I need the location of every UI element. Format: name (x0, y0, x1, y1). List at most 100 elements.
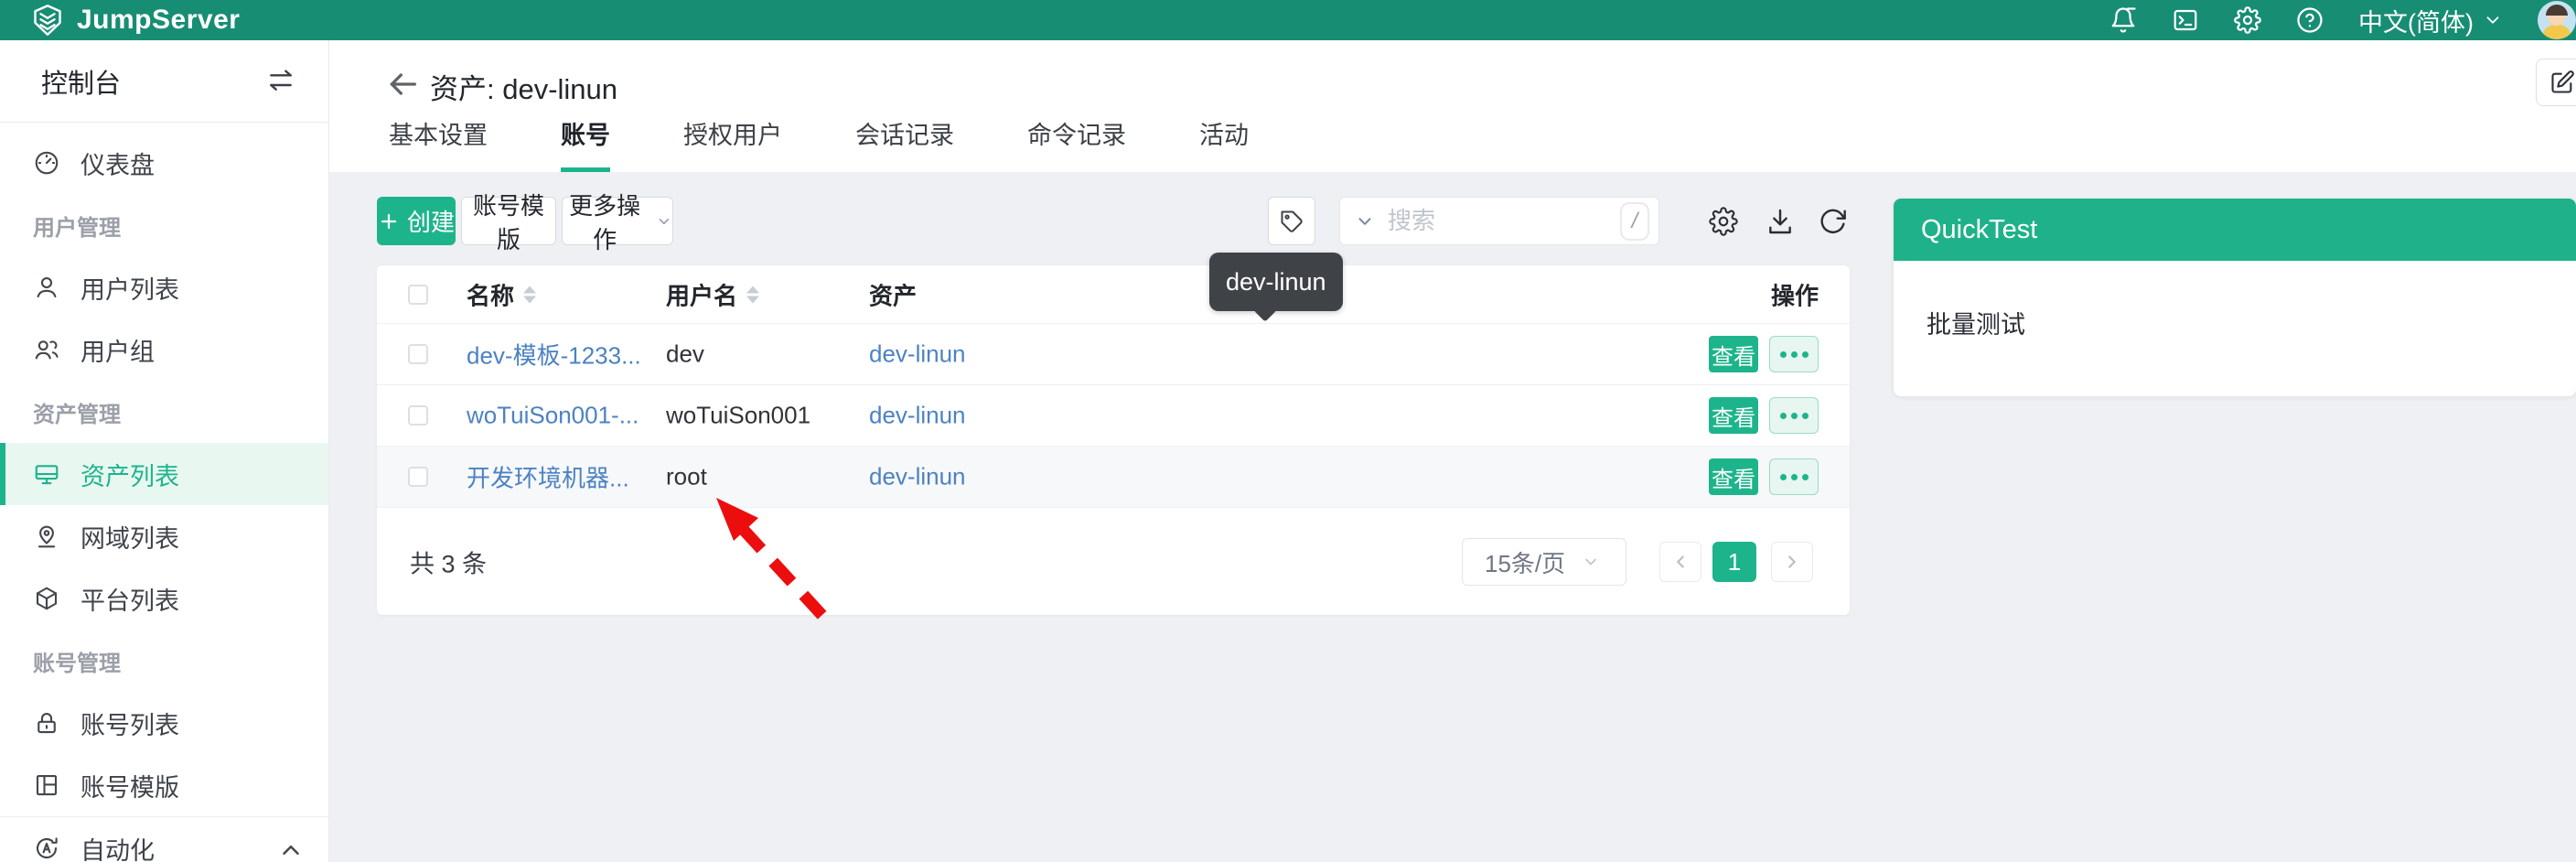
batch-test-label: 批量测试 (1927, 305, 2025, 340)
tab-accounts[interactable]: 账号 (561, 115, 610, 172)
tag-filter-button[interactable] (1268, 197, 1315, 245)
web-terminal-icon[interactable] (2172, 6, 2199, 34)
sidebar-header: 控制台 (0, 40, 328, 123)
refresh-icon[interactable] (1819, 207, 1848, 236)
page-number-button[interactable]: 1 (1712, 542, 1756, 582)
prev-page-button[interactable] (1659, 542, 1701, 582)
sidebar-item-user-groups[interactable]: 用户组 (0, 318, 328, 381)
template-icon (33, 771, 60, 799)
tab-session-records[interactable]: 会话记录 (855, 115, 954, 172)
edit-button[interactable] (2536, 59, 2576, 106)
account-name-link[interactable]: 开发环境机器... (467, 460, 629, 494)
view-button[interactable]: 查看 (1709, 397, 1758, 434)
gear-icon[interactable] (2234, 6, 2261, 34)
sort-icon[interactable] (523, 286, 536, 303)
sidebar-item-label: 仪表盘 (80, 145, 155, 181)
chevron-down-icon (656, 212, 672, 231)
page-title: 资产: dev-linun (430, 66, 617, 107)
accounts-table: 名称 用户名 资产 操作 dev-模板-1233... dev dev-linu… (377, 265, 1850, 615)
row-more-actions-button[interactable] (1769, 458, 1819, 495)
row-checkbox[interactable] (408, 467, 428, 487)
sidebar-item-dashboard[interactable]: 仪表盘 (0, 132, 328, 194)
brand-logo[interactable]: JumpServer (31, 2, 240, 38)
view-switch-icon[interactable] (266, 67, 295, 96)
sidebar-item-label: 资产列表 (80, 457, 179, 492)
sidebar-item-domain-list[interactable]: 网域列表 (0, 505, 328, 567)
page-size-select[interactable]: 15条/页 (1462, 538, 1626, 586)
row-more-actions-button[interactable] (1769, 397, 1819, 434)
avatar[interactable] (2538, 1, 2576, 39)
language-selector[interactable]: 中文(简体) (2358, 3, 2503, 38)
sidebar-item-label: 用户组 (80, 332, 155, 368)
sidebar-item-platform-list[interactable]: 平台列表 (0, 567, 328, 630)
asset-link[interactable]: dev-linun (869, 340, 966, 369)
sidebar-item-label: 用户列表 (80, 270, 179, 306)
sidebar-item-asset-list[interactable]: 资产列表 (0, 443, 328, 505)
create-button[interactable]: 创建 (377, 197, 456, 245)
table-header-row: 名称 用户名 资产 操作 (377, 265, 1850, 324)
sidebar-item-label: 网域列表 (80, 519, 179, 555)
chevron-left-icon (1670, 552, 1690, 572)
topbar: JumpServer 中文(简体) (0, 0, 2576, 40)
search-filter-chevron-icon[interactable] (1355, 211, 1375, 232)
asset-icon (33, 460, 60, 488)
help-icon[interactable] (2296, 6, 2324, 34)
language-label: 中文(简体) (2358, 3, 2474, 38)
account-username: woTuiSon001 (666, 402, 810, 430)
row-more-actions-button[interactable] (1769, 336, 1819, 372)
sidebar-item-automation[interactable]: 自动化 (0, 817, 328, 862)
sidebar-nav: 仪表盘 用户管理 用户列表 用户组 资产管理 资产列表 网域列表 (0, 123, 328, 862)
brand-name: JumpServer (77, 5, 240, 36)
more-actions-button[interactable]: 更多操作 (562, 197, 673, 245)
total-count: 共 3 条 (410, 544, 487, 580)
view-button[interactable]: 查看 (1709, 336, 1758, 372)
asset-link[interactable]: dev-linun (869, 463, 966, 491)
sidebar-item-label: 账号列表 (80, 706, 179, 741)
table-row: woTuiSon001-... woTuiSon001 dev-linun 查看 (377, 385, 1850, 447)
sidebar-item-user-list[interactable]: 用户列表 (0, 256, 328, 318)
plus-icon (378, 210, 400, 232)
select-all-checkbox[interactable] (408, 285, 428, 305)
row-checkbox[interactable] (408, 344, 428, 364)
next-page-button[interactable] (1771, 542, 1813, 582)
search-input[interactable] (1388, 207, 1620, 235)
view-button[interactable]: 查看 (1709, 458, 1758, 495)
account-username: root (666, 463, 707, 491)
search-shortcut-badge: / (1620, 202, 1649, 241)
column-header-name: 名称 (467, 277, 514, 311)
column-header-username: 用户名 (666, 277, 737, 311)
lock-icon (33, 709, 60, 737)
table-footer: 共 3 条 15条/页 1 (377, 509, 1850, 615)
account-name-link[interactable]: dev-模板-1233... (467, 338, 641, 372)
chevron-up-icon[interactable] (277, 836, 301, 860)
account-name-link[interactable]: woTuiSon001-... (467, 402, 639, 430)
tab-activity[interactable]: 活动 (1199, 115, 1249, 172)
quicktest-panel: QuickTest 批量测试 (1894, 199, 2576, 396)
sidebar-section-users: 用户管理 (0, 194, 328, 256)
sidebar-item-account-list[interactable]: 账号列表 (0, 692, 328, 754)
sidebar-item-label: 自动化 (80, 831, 155, 862)
account-template-button[interactable]: 账号模版 (461, 197, 556, 245)
chevron-down-icon (2483, 10, 2503, 30)
edit-icon (2549, 70, 2575, 95)
tab-bar: 基本设置 账号 授权用户 会话记录 命令记录 活动 (389, 115, 1249, 172)
account-username: dev (666, 340, 704, 369)
bell-icon[interactable] (2109, 6, 2137, 34)
automation-icon (33, 835, 60, 862)
account-template-label: 账号模版 (462, 188, 555, 255)
sort-icon[interactable] (746, 286, 759, 303)
user-icon (33, 274, 60, 301)
quicktest-header: QuickTest (1894, 199, 2576, 261)
download-icon[interactable] (1766, 207, 1795, 236)
page-header: 资产: dev-linun 基本设置 账号 授权用户 会话记录 命令记录 活动 (329, 40, 2576, 172)
chevron-down-icon (1582, 553, 1600, 571)
tab-basic-settings[interactable]: 基本设置 (389, 115, 488, 172)
tab-command-records[interactable]: 命令记录 (1027, 115, 1126, 172)
sidebar-item-label: 账号模版 (80, 768, 179, 803)
back-arrow-icon[interactable] (384, 66, 421, 102)
row-checkbox[interactable] (408, 405, 428, 426)
asset-link[interactable]: dev-linun (869, 402, 966, 430)
table-settings-icon[interactable] (1709, 207, 1738, 236)
tab-authorized-users[interactable]: 授权用户 (683, 115, 782, 172)
sidebar-item-account-template[interactable]: 账号模版 (0, 754, 328, 816)
